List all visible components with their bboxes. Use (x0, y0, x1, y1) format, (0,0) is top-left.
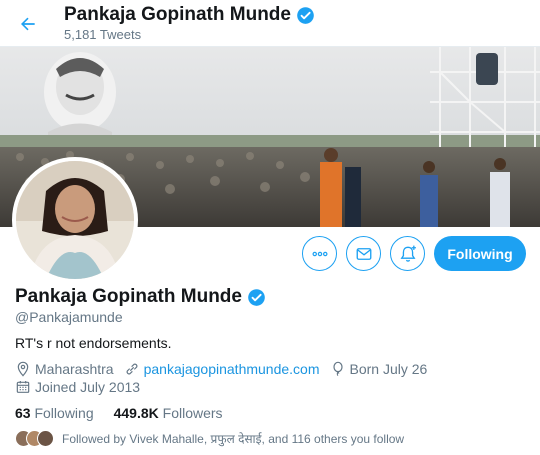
profile-avatar[interactable] (12, 157, 138, 283)
bell-plus-icon (400, 245, 416, 262)
notifications-button[interactable] (390, 236, 425, 271)
followed-by[interactable]: Followed by Vivek Mahalle, प्रफुल देसाई,… (15, 430, 404, 447)
message-button[interactable] (346, 236, 381, 271)
verified-badge-icon (248, 288, 265, 306)
followers-stat[interactable]: 449.8K Followers (114, 405, 223, 421)
profile-meta: Maharashtra pankajagopinathmunde.com Bor… (15, 361, 437, 377)
more-options-button[interactable] (302, 236, 337, 271)
profile-joined: Joined July 2013 (15, 379, 150, 395)
following-stat[interactable]: 63 Following (15, 405, 94, 421)
joined-item: Joined July 2013 (15, 379, 140, 395)
birthday-text: Born July 26 (349, 361, 428, 377)
following-count: 63 (15, 405, 31, 421)
more-horizontal-icon (311, 251, 327, 256)
birthday-item: Born July 26 (330, 361, 428, 377)
website-link[interactable]: pankajagopinathmunde.com (144, 361, 320, 377)
profile-name-text: Pankaja Gopinath Munde (15, 286, 242, 307)
website-item: pankajagopinathmunde.com (124, 361, 320, 377)
joined-text: Joined July 2013 (35, 379, 141, 395)
avatar-image (16, 161, 134, 279)
profile-handle: @Pankajamunde (15, 309, 123, 325)
back-button[interactable] (12, 8, 44, 40)
following-button[interactable]: Following (434, 236, 526, 271)
follow-stats: 63 Following 449.8K Followers (15, 405, 223, 421)
profile-header: Pankaja Gopinath Munde 5,181 Tweets (0, 0, 540, 47)
balloon-icon (332, 361, 343, 377)
verified-badge-icon (297, 6, 314, 24)
following-label: Following (34, 405, 94, 421)
header-title: Pankaja Gopinath Munde (64, 4, 315, 26)
arrow-left-icon (21, 17, 35, 31)
location-text: Maharashtra (35, 361, 114, 377)
follower-avatar (37, 430, 54, 447)
profile-actions: Following (302, 236, 526, 271)
location-item: Maharashtra (15, 361, 114, 377)
followed-by-avatars (15, 430, 54, 447)
profile-bio: RT's r not endorsements. (15, 335, 172, 351)
calendar-icon (16, 381, 30, 393)
followers-count: 449.8K (113, 405, 159, 421)
tweet-count: 5,181 Tweets (64, 27, 142, 42)
link-icon (126, 363, 138, 375)
followed-by-text: Followed by Vivek Mahalle, प्रफुल देसाई,… (62, 432, 405, 446)
envelope-icon (356, 247, 371, 260)
location-pin-icon (17, 361, 29, 377)
profile-name: Pankaja Gopinath Munde (15, 286, 266, 308)
header-name-text: Pankaja Gopinath Munde (64, 4, 291, 25)
followers-label: Followers (162, 405, 223, 421)
